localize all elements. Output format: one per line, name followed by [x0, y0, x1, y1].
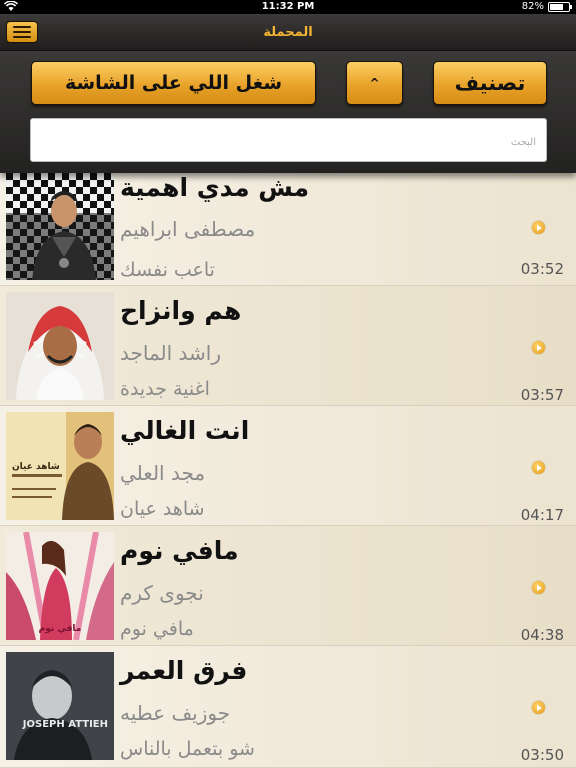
battery-fill [550, 4, 563, 10]
play-icon[interactable] [532, 221, 545, 234]
song-album: شو بتعمل بالناس [120, 738, 255, 760]
battery-icon [548, 2, 572, 12]
battery-status: 82% [521, 0, 572, 14]
search-input[interactable]: البحث [30, 118, 547, 162]
control-panel: شغل اللي على الشاشة ^ تصنيف البحث [0, 51, 576, 173]
song-duration: 04:17 [520, 506, 564, 524]
song-artist: جوزيف عطيه [120, 701, 231, 725]
song-title: مافي نوم [120, 536, 239, 565]
song-duration: 03:52 [520, 260, 564, 278]
play-on-screen-button[interactable]: شغل اللي على الشاشة [31, 61, 316, 105]
album-art [6, 292, 114, 400]
play-icon[interactable] [532, 341, 545, 354]
song-duration: 03:57 [520, 386, 564, 404]
song-row[interactable]: هم وانزاح راشد الماجد اغنية جديدة 03:57 [0, 286, 576, 406]
album-art-text: JOSEPH ATTIEH [22, 719, 108, 730]
album-art: شاهد عيان [6, 412, 114, 520]
page-title: المحملة [263, 25, 313, 40]
album-art [6, 173, 114, 280]
navigation-bar: المحملة [0, 14, 576, 51]
song-title: فرق العمر [120, 656, 248, 685]
album-art-text: شاهد عيان [12, 462, 60, 472]
sort-button[interactable]: تصنيف [433, 61, 547, 105]
song-row[interactable]: JOSEPH ATTIEH فرق العمر جوزيف عطيه شو بت… [0, 646, 576, 768]
album-art: مافي نوم [6, 532, 114, 640]
song-artist: مجد العلي [120, 461, 206, 485]
song-row[interactable]: مافي نوم مافي نوم نجوى كرم مافي نوم 04:3… [0, 526, 576, 646]
song-title: هم وانزاح [120, 296, 242, 325]
song-album: اغنية جديدة [120, 378, 210, 400]
song-artist: نجوى كرم [120, 581, 204, 605]
song-artist: مصطفى ابراهيم [120, 217, 256, 241]
song-duration: 04:38 [520, 626, 564, 644]
song-album: مافي نوم [120, 618, 194, 640]
album-art-text: مافي نوم [38, 624, 82, 634]
song-duration: 03:50 [520, 746, 564, 764]
song-album: شاهد عيان [120, 498, 205, 520]
play-icon[interactable] [532, 581, 545, 594]
battery-percent: 82% [521, 1, 544, 12]
song-list: مش مدي اهمية مصطفى ابراهيم تاعب نفسك 03:… [0, 173, 576, 768]
song-artist: راشد الماجد [120, 341, 221, 365]
sort-direction-button[interactable]: ^ [346, 61, 403, 105]
status-time: 11:32 PM [261, 1, 315, 12]
song-row[interactable]: مش مدي اهمية مصطفى ابراهيم تاعب نفسك 03:… [0, 173, 576, 286]
song-title: مش مدي اهمية [120, 173, 310, 202]
play-icon[interactable] [532, 461, 545, 474]
album-art: JOSEPH ATTIEH [6, 652, 114, 760]
play-icon[interactable] [532, 701, 545, 714]
song-row[interactable]: شاهد عيان انت الغالي مجد العلي شاهد عيان… [0, 406, 576, 526]
status-bar: 11:32 PM 82% [0, 0, 576, 14]
song-title: انت الغالي [120, 416, 250, 445]
song-album: تاعب نفسك [120, 259, 215, 281]
